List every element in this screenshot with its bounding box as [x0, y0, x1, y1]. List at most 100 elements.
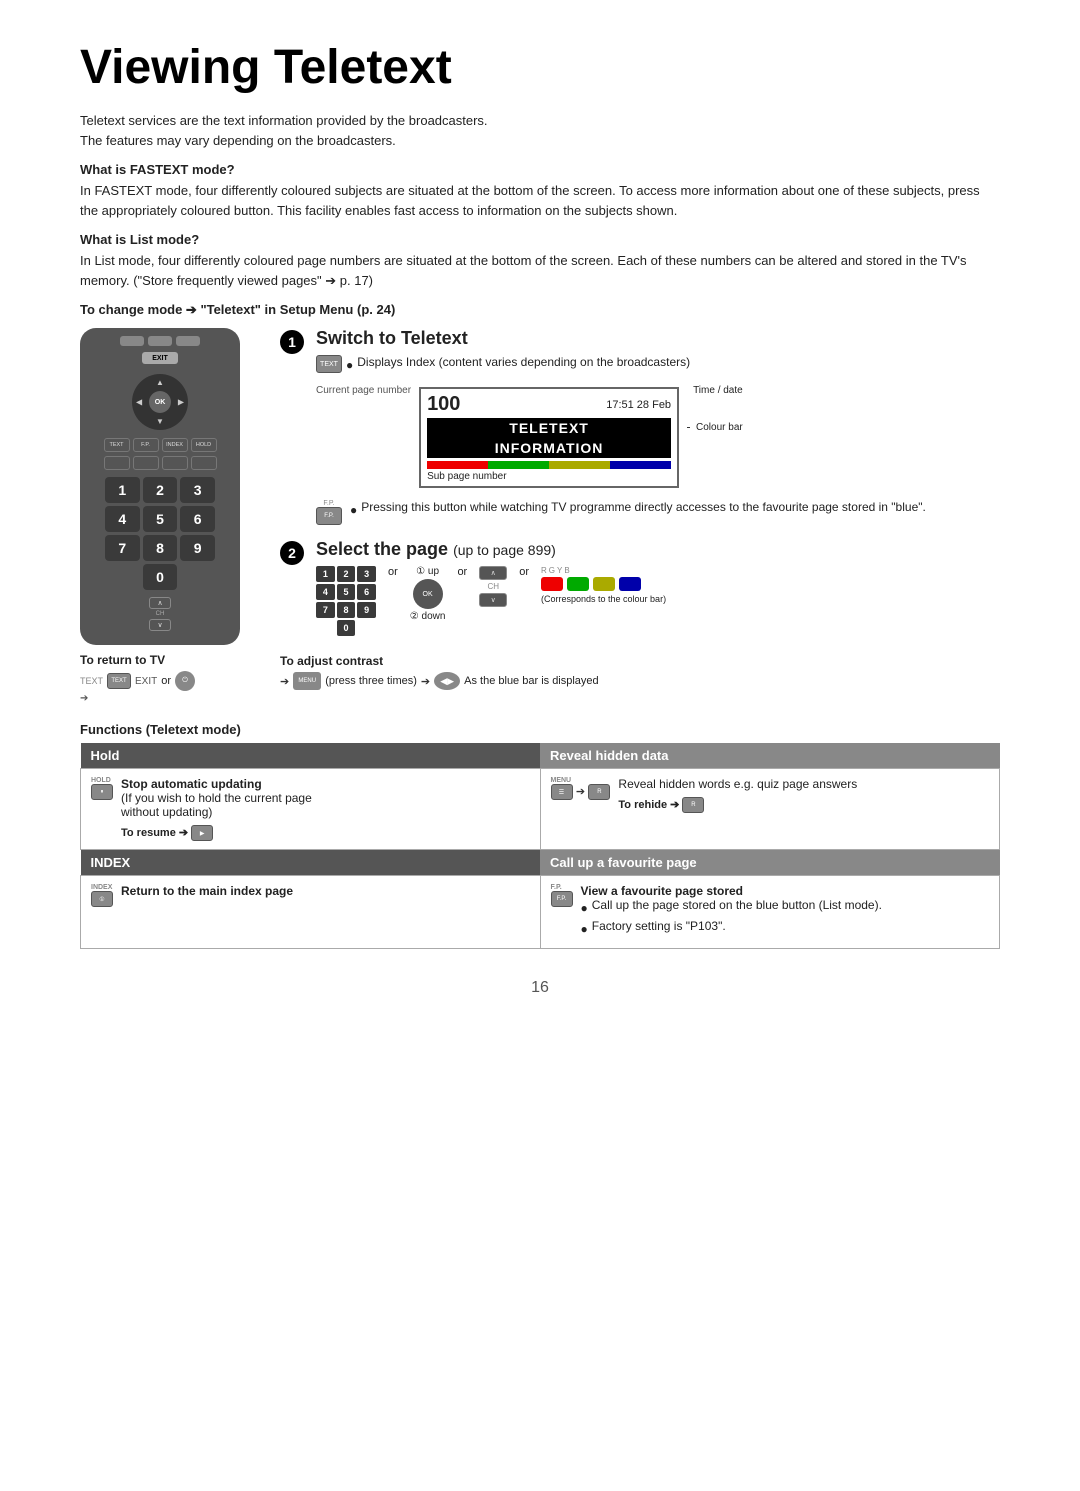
num-4[interactable]: 4 [105, 506, 140, 532]
menu-button[interactable] [120, 336, 144, 346]
index-fn-btn[interactable]: ① [91, 891, 113, 907]
num-1[interactable]: 1 [105, 477, 140, 503]
num-3[interactable]: 3 [180, 477, 215, 503]
fn-btn-b[interactable] [133, 456, 159, 470]
nav-circle: ▲ ▼ ◀ ▶ OK [132, 374, 188, 430]
diagram-right: 1 Switch to Teletext TEXT ● Displays Ind… [280, 328, 1000, 690]
ns-3[interactable]: 3 [357, 566, 376, 582]
ch-up[interactable]: ∧ [149, 597, 171, 609]
fp-row: F.P. F.P. ● Pressing this button while w… [316, 500, 1000, 525]
colour-buttons-row [541, 577, 666, 591]
text-button[interactable]: TEXT [104, 438, 130, 452]
fn-btn-c[interactable] [162, 456, 188, 470]
hold-content: HOLD ⏸ Stop automatic updating (If you w… [91, 777, 530, 841]
ch-down-small[interactable]: ∨ [479, 593, 507, 607]
red-button[interactable] [541, 577, 563, 591]
ch-label: CH [156, 611, 165, 617]
cb-yellow [549, 461, 610, 469]
ns-1[interactable]: 1 [316, 566, 335, 582]
callup-content: F.P. F.P. View a favourite page stored ●… [551, 884, 990, 940]
tt-right-labels: Time / date Colour bar [687, 381, 743, 435]
index-button[interactable]: INDEX [162, 438, 188, 452]
adjust-icon-row: ➔ MENU (press three times) ➔ ◀▶ As the b… [280, 672, 1000, 690]
nav-left-arrow[interactable]: ◀ [136, 398, 142, 407]
to-rehide-line: To rehide ➔ R [618, 797, 857, 813]
ns-7[interactable]: 7 [316, 602, 335, 618]
intro-text: Teletext services are the text informati… [80, 111, 1000, 150]
fp-button[interactable]: F.P. [133, 438, 159, 452]
or-label-2: or [457, 566, 467, 578]
ch-down[interactable]: ∨ [149, 619, 171, 631]
functions-table: Hold Reveal hidden data HOLD ⏸ Stop auto… [80, 743, 1000, 949]
fn-btn-a[interactable] [104, 456, 130, 470]
change-mode-line: To change mode ➔ "Teletext" in Setup Men… [80, 302, 1000, 318]
ns-9[interactable]: 9 [357, 602, 376, 618]
ch-up-small[interactable]: ∧ [479, 566, 507, 580]
num-9[interactable]: 9 [180, 535, 215, 561]
green-button[interactable] [567, 577, 589, 591]
callup-text: View a favourite page stored ● Call up t… [581, 884, 882, 940]
callup-bullet1: ● Call up the page stored on the blue bu… [581, 898, 882, 915]
adjust-label: To adjust contrast [280, 654, 1000, 668]
menu-icon[interactable]: MENU [293, 672, 321, 690]
hold-fn-btn[interactable]: ⏸ [91, 784, 113, 800]
power-circle-icon[interactable]: ⏻ [175, 671, 195, 691]
listmode-heading: What is List mode? [80, 232, 1000, 247]
functions-section: Functions (Teletext mode) Hold Reveal hi… [80, 722, 1000, 949]
nav-down-arrow[interactable]: ▼ [156, 417, 164, 426]
ns-8[interactable]: 8 [337, 602, 356, 618]
num-5[interactable]: 5 [143, 506, 178, 532]
num-0[interactable]: 0 [143, 564, 178, 590]
num-8[interactable]: 8 [143, 535, 178, 561]
tt-page-number: 100 [427, 393, 460, 416]
nav-up-arrow[interactable]: ▲ [156, 378, 164, 387]
yellow-button[interactable] [593, 577, 615, 591]
lr-icon[interactable]: ◀▶ [434, 672, 460, 690]
fn-btn-d[interactable] [191, 456, 217, 470]
callup-fn-btn[interactable]: F.P. [551, 891, 573, 907]
current-page-label: Current page number [316, 381, 411, 396]
step2-number: 2 [280, 541, 304, 565]
tt-time: 17:51 28 Feb [606, 399, 671, 411]
remote-btn2[interactable] [148, 336, 172, 346]
fp-icon[interactable]: F.P. [316, 507, 342, 525]
cb-blue [610, 461, 671, 469]
resume-icon[interactable]: ▶ [191, 825, 213, 841]
colour-bar [427, 461, 671, 469]
num-7[interactable]: 7 [105, 535, 140, 561]
function-buttons-row: TEXT F.P. INDEX HOLD [104, 438, 217, 452]
callup-header: Call up a favourite page [540, 850, 1000, 876]
rehide-icon[interactable]: R [682, 797, 704, 813]
blue-button[interactable] [619, 577, 641, 591]
hold-button[interactable]: HOLD [191, 438, 217, 452]
ns-6[interactable]: 6 [357, 584, 376, 600]
reveal-fn-btn[interactable]: R [588, 784, 610, 800]
functions-title: Functions (Teletext mode) [80, 722, 1000, 737]
reveal-cell: MENU ☰ ➔ R Reveal hidden words e.g. quiz… [540, 769, 1000, 850]
ok-button[interactable]: OK [149, 391, 171, 413]
callup-cell: F.P. F.P. View a favourite page stored ●… [540, 876, 1000, 949]
tt-top-row: 100 17:51 28 Feb [427, 393, 671, 416]
num-2[interactable]: 2 [143, 477, 178, 503]
colour-bar-annotation: Colour bar [687, 420, 743, 435]
cb-red [427, 461, 488, 469]
ns-5[interactable]: 5 [337, 584, 356, 600]
tt-info: INFORMATION [427, 438, 671, 458]
ns-0[interactable]: 0 [337, 620, 356, 636]
ns-4[interactable]: 4 [316, 584, 335, 600]
num-6[interactable]: 6 [180, 506, 215, 532]
nav-small-circle[interactable]: OK [413, 579, 443, 609]
index-header: INDEX [81, 850, 541, 876]
hold-cell: HOLD ⏸ Stop automatic updating (If you w… [81, 769, 541, 850]
menu-fn-btn[interactable]: ☰ [551, 784, 573, 800]
remote-btn3[interactable] [176, 336, 200, 346]
reveal-text: Reveal hidden words e.g. quiz page answe… [618, 777, 857, 813]
step1-content: Switch to Teletext TEXT ● Displays Index… [316, 328, 1000, 525]
diagram-area: EXIT ▲ ▼ ◀ ▶ OK TEXT F.P. INDEX HOLD [80, 328, 1000, 704]
ns-2[interactable]: 2 [337, 566, 356, 582]
nav-right-arrow[interactable]: ▶ [178, 398, 184, 407]
exit-button[interactable]: EXIT [142, 352, 178, 364]
step2-inner: 1 2 3 4 5 6 7 8 9 0 or ① up [316, 566, 1000, 636]
or-label-3: or [519, 566, 529, 578]
text-icon-box[interactable]: TEXT [107, 673, 131, 689]
